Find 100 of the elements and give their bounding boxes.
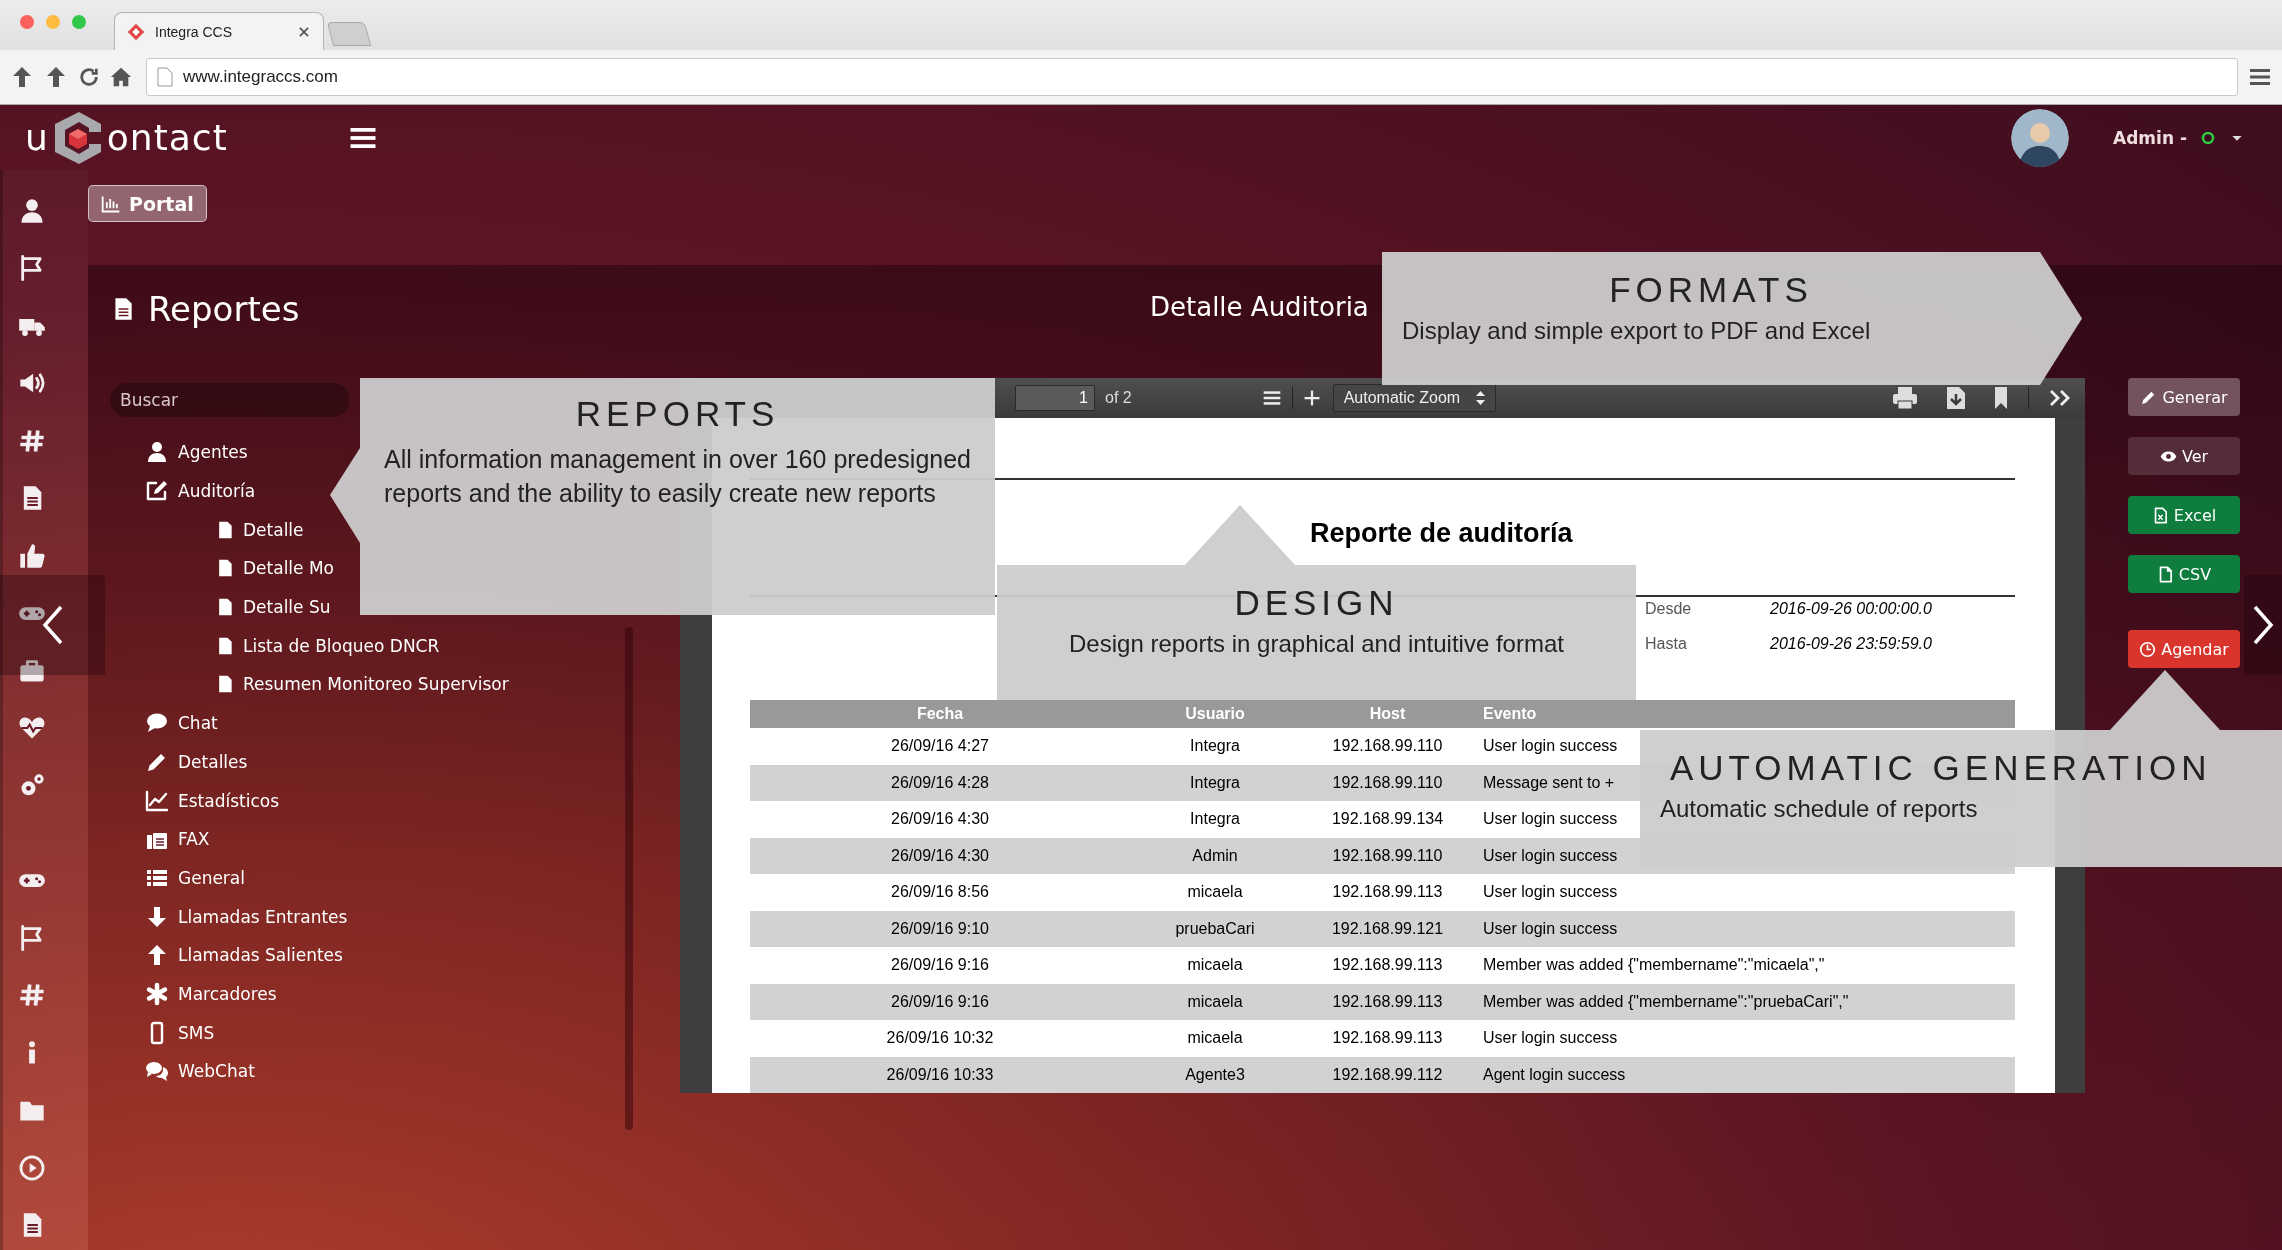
table-cell: Agent login success	[1483, 1065, 1626, 1083]
tree-item[interactable]: FAX	[145, 819, 210, 859]
table-cell: 192.168.99.110	[1332, 737, 1443, 755]
tree-item[interactable]: Chat	[145, 703, 218, 743]
tree-item[interactable]: Llamadas Salientes	[145, 935, 343, 975]
table-cell: User login success	[1483, 737, 1618, 755]
tab-title: Integra CCS	[155, 23, 234, 40]
table-cell: 192.168.99.134	[1331, 810, 1444, 828]
table-cell: 192.168.99.113	[1332, 956, 1443, 974]
tree-item[interactable]: Detalle	[215, 510, 304, 550]
portal-button[interactable]: Portal	[88, 185, 207, 222]
logo-text: ontact	[106, 119, 228, 156]
callout-text: Automatic schedule of reports	[1660, 794, 1979, 824]
tree-item[interactable]: WebChat	[145, 1052, 255, 1091]
action-button[interactable]: Agendar	[2128, 630, 2240, 668]
table-cell: 26/09/16 9:16	[891, 956, 989, 974]
table-cell: 26/09/16 4:30	[891, 846, 989, 864]
updown-icon	[1476, 391, 1486, 405]
table-cell: micaela	[1187, 992, 1243, 1010]
report-title: Detalle Auditoria	[1150, 292, 1369, 322]
callout-text: All information management in over 160 predesigned reports and the ability to easily create new reports	[384, 444, 971, 509]
table-cell: 26/09/16 4:30	[891, 810, 989, 828]
field-value: 2016-09-26 23:59:59.0	[1770, 635, 1933, 653]
callout-title: FORMATS	[1609, 270, 1813, 309]
print-icon[interactable]	[1892, 386, 1918, 410]
table-cell: Integra	[1190, 773, 1240, 791]
line-chart-icon	[145, 788, 169, 813]
tree-item[interactable]: Estadísticos	[145, 781, 280, 820]
table-cell: 26/09/16 4:28	[891, 773, 989, 791]
tree-item[interactable]: Auditoría	[145, 471, 256, 511]
page-number-field[interactable]: 1	[1015, 385, 1095, 411]
field-label: Hasta	[1645, 635, 1688, 653]
scrollbar[interactable]	[625, 627, 633, 1130]
table-cell: Agente3	[1185, 1065, 1245, 1083]
table-cell: User login success	[1483, 810, 1618, 828]
column-header: Usuario	[1130, 700, 1300, 728]
tree-item[interactable]: Detalle Mo	[215, 549, 334, 588]
favicon-icon	[127, 22, 145, 41]
tree-item[interactable]: Llamadas Entrantes	[145, 897, 348, 936]
download-icon[interactable]	[1946, 386, 1966, 410]
tree-item[interactable]: Agentes	[145, 433, 248, 472]
table-cell: 192.168.99.113	[1332, 1029, 1443, 1047]
table-cell: User login success	[1483, 846, 1618, 864]
table-cell: micaela	[1187, 956, 1243, 974]
table-cell: 26/09/16 4:27	[891, 737, 989, 755]
tree-item[interactable]: General	[145, 858, 245, 898]
action-button[interactable]: CSV	[2128, 555, 2240, 593]
action-button[interactable]: Ver	[2128, 437, 2240, 475]
callout-text: Display and simple export to PDF and Excel	[1402, 316, 1872, 346]
page-icon	[157, 67, 173, 87]
table-cell: Message sent to +	[1483, 773, 1615, 791]
table-cell: Admin	[1192, 846, 1238, 864]
clock-icon	[2139, 640, 2157, 658]
chat-bubbles-icon	[145, 1059, 169, 1084]
column-header: Host	[1300, 700, 1475, 728]
close-icon[interactable]	[297, 24, 311, 39]
tree-item[interactable]: Detalle Su	[215, 587, 331, 627]
double-chevron-icon[interactable]	[2049, 389, 2071, 407]
table-cell: 26/09/16 9:16	[891, 992, 989, 1010]
table-cell: 26/09/16 10:32	[886, 1029, 994, 1047]
tree-item[interactable]: Resumen Monitoreo Supervisor	[215, 665, 509, 704]
callout-text: Design reports in graphical and intuitive format	[1068, 629, 1565, 659]
table-cell: pruebaCari	[1175, 919, 1255, 937]
browser-tab[interactable]: Integra CCS	[114, 12, 324, 50]
callout-title: REPORTS	[575, 394, 780, 433]
table-cell: micaela	[1187, 883, 1243, 901]
table-cell: 192.168.99.113	[1332, 992, 1443, 1010]
column-header: Evento	[1475, 700, 2015, 728]
table-cell: 26/09/16 9:10	[891, 919, 989, 937]
table-cell: User login success	[1483, 883, 1618, 901]
table-cell: Integra	[1190, 810, 1240, 828]
table-cell: 26/09/16 8:56	[891, 883, 989, 901]
url-text: www.integraccs.com	[183, 67, 338, 87]
asterisk-icon	[145, 981, 169, 1006]
table-cell: Integra	[1190, 737, 1240, 755]
home-icon[interactable]	[110, 66, 132, 88]
panel-title: Reportes	[148, 289, 300, 329]
table-cell: User login success	[1483, 1029, 1618, 1047]
action-button[interactable]: Generar	[2128, 378, 2240, 416]
avatar[interactable]	[2011, 108, 2070, 167]
user-name[interactable]: Admin -	[2113, 127, 2187, 148]
table-cell: 192.168.99.110	[1332, 846, 1443, 864]
action-button[interactable]: Excel	[2128, 496, 2240, 534]
callout-title: AUTOMATIC GENERATION	[1670, 748, 2212, 787]
play-icon[interactable]	[18, 1153, 46, 1182]
zoom-select[interactable]: Automatic Zoom	[1332, 384, 1497, 412]
tree-item[interactable]: Marcadores	[145, 974, 277, 1014]
table-cell: 192.168.99.121	[1331, 919, 1444, 937]
reload-icon[interactable]	[78, 66, 100, 88]
tree-item[interactable]: Lista de Bloqueo DNCR	[215, 626, 440, 666]
thumbs-up-icon[interactable]	[18, 541, 46, 570]
field-label: Desde	[1645, 600, 1693, 618]
tree-item[interactable]: Detalles	[145, 742, 248, 782]
tree-item[interactable]: SMS	[145, 1013, 215, 1052]
bookmark-icon[interactable]	[1994, 386, 2008, 410]
table-cell: micaela	[1187, 1029, 1243, 1047]
zoom-in-icon[interactable]	[1302, 389, 1321, 407]
address-bar[interactable]: www.integraccs.com	[146, 58, 2238, 96]
table-cell: User login success	[1483, 919, 1618, 937]
callout-title: DESIGN	[1234, 583, 1399, 622]
